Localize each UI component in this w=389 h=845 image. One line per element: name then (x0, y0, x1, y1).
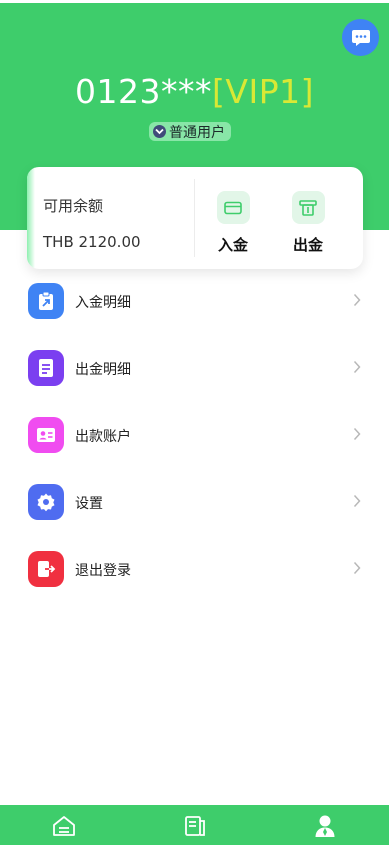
menu-label: 设置 (75, 496, 103, 512)
menu-label: 入金明细 (75, 295, 131, 311)
chevron-right-icon (353, 561, 361, 575)
account-menu: 入金明细 出金明细 出款账户 设置 退出登录 (0, 268, 389, 603)
tab-home[interactable] (51, 813, 77, 839)
deposit-button[interactable]: 入金 (203, 191, 263, 255)
withdraw-label: 出金 (292, 236, 323, 254)
menu-logout[interactable]: 退出登录 (0, 536, 389, 603)
profile-icon (315, 815, 335, 837)
withdraw-record-icon (28, 350, 64, 386)
tab-profile[interactable] (312, 813, 338, 839)
deposit-label: 入金 (217, 236, 248, 254)
menu-deposit-records[interactable]: 入金明细 (0, 268, 389, 335)
settings-gear-icon (28, 484, 64, 520)
chevron-down-icon (153, 125, 166, 138)
withdraw-button[interactable]: 出金 (278, 191, 338, 255)
chevron-right-icon (353, 360, 361, 374)
menu-settings[interactable]: 设置 (0, 469, 389, 536)
menu-withdraw-records[interactable]: 出金明细 (0, 335, 389, 402)
customer-service-button[interactable] (342, 19, 379, 56)
menu-label: 出款账户 (75, 429, 131, 445)
user-type-label: 普通用户 (169, 124, 225, 141)
card-divider (194, 179, 195, 257)
card-accent (27, 167, 35, 269)
menu-payout-account[interactable]: 出款账户 (0, 402, 389, 469)
home-icon (53, 816, 75, 836)
account-number: 0123*** (75, 72, 213, 111)
balance-card: 可用余额 THB 2120.00 入金 出金 (27, 167, 363, 269)
logout-icon (28, 551, 64, 587)
records-icon (185, 816, 205, 836)
card-icon (216, 191, 250, 224)
balance-label: 可用余额 (43, 197, 104, 215)
atm-icon (291, 191, 325, 224)
payout-account-icon (28, 417, 64, 453)
tab-records[interactable] (182, 813, 208, 839)
balance-value: THB 2120.00 (43, 233, 141, 251)
user-type-badge: 普通用户 (149, 122, 231, 141)
chevron-right-icon (353, 494, 361, 508)
chevron-right-icon (353, 427, 361, 441)
account-name: 0123***[VIP1] (0, 72, 389, 111)
chat-bubble-icon (351, 29, 370, 46)
deposit-record-icon (28, 283, 64, 319)
chevron-right-icon (353, 293, 361, 307)
menu-label: 出金明细 (75, 362, 131, 378)
bottom-tab-bar (0, 805, 389, 845)
menu-label: 退出登录 (75, 563, 131, 579)
vip-level: [VIP1] (212, 72, 314, 111)
